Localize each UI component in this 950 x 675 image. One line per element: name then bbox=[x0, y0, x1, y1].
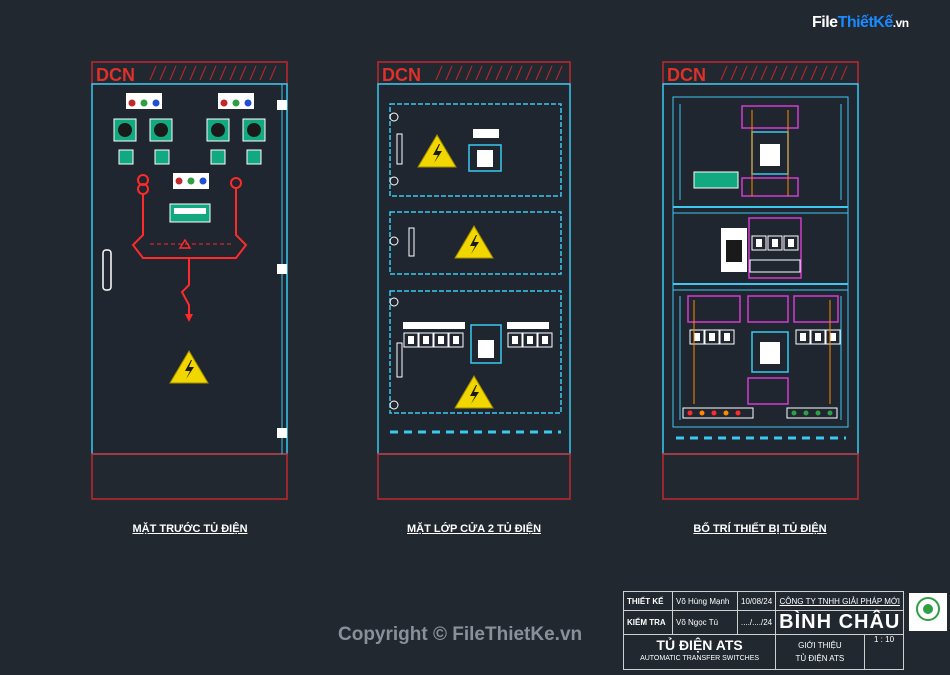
designer-name: Võ Hùng Mạnh bbox=[672, 591, 738, 611]
project-subtitle: AUTOMATIC TRANSFER SWITCHES bbox=[640, 655, 760, 662]
site-logo[interactable]: FileThiếtKế.vn bbox=[808, 12, 920, 40]
caption-inner-door-view: MẶT LỚP CỬA 2 TỦ ĐIỆN bbox=[406, 523, 542, 535]
site-logo-thiet: ThiếtKế bbox=[837, 14, 894, 31]
brand-logo-1: DCN bbox=[96, 65, 135, 85]
designer-label: THIẾT KẾ bbox=[623, 591, 673, 611]
cad-drawing: DCN DCN DCN bbox=[91, 61, 947, 631]
panel-equipment-layout bbox=[662, 61, 859, 500]
copyright-watermark: Copyright © FileThietKe.vn bbox=[338, 624, 583, 645]
drawing-canvas: DCN DCN DCN bbox=[0, 0, 950, 670]
panel-inner-door-view bbox=[377, 61, 571, 500]
project-title: TỦ ĐIỆN ATS bbox=[656, 637, 743, 653]
brand-logo-3: DCN bbox=[667, 65, 706, 85]
company-line: CÔNG TY TNHH GIẢI PHÁP MỚI bbox=[775, 591, 905, 611]
panel-front-view bbox=[91, 61, 288, 500]
caption-front-view: MẶT TRƯỚC TỦ ĐIỆN bbox=[132, 523, 248, 535]
checker-label: KIỂM TRA bbox=[623, 610, 673, 635]
designer-date: 10/08/24 bbox=[736, 591, 777, 611]
scale: 1 : 10 bbox=[863, 634, 905, 670]
caption-equipment-layout: BỐ TRÍ THIẾT BỊ TỦ ĐIỆN bbox=[693, 523, 827, 535]
sheet-line-1: GIỚI THIỆU bbox=[798, 641, 842, 650]
company-logo bbox=[909, 593, 947, 631]
brand-logo-2: DCN bbox=[382, 65, 421, 85]
title-block: THIẾT KẾ Võ Hùng Mạnh 10/08/24 CÔNG TY T… bbox=[622, 591, 905, 670]
checker-date: ..../..../24 bbox=[736, 610, 777, 635]
sheet-line-2: TỦ ĐIỆN ATS bbox=[795, 654, 845, 663]
company-name: BÌNH CHÂU bbox=[775, 610, 905, 635]
site-logo-file: File bbox=[812, 14, 838, 31]
checker-name: Võ Ngọc Tú bbox=[672, 610, 738, 635]
site-logo-vn: .vn bbox=[892, 16, 909, 30]
